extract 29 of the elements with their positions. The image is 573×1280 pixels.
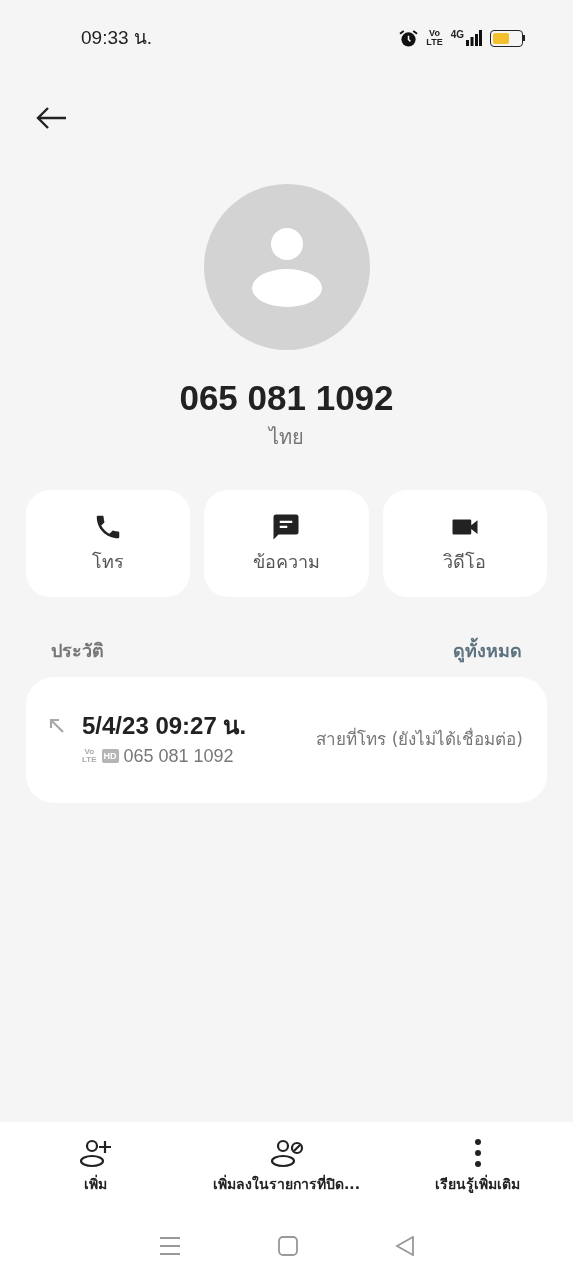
status-time: 09:33 น. (81, 25, 153, 50)
view-all-link[interactable]: ดูทั้งหมด (453, 636, 522, 664)
add-person-icon (77, 1138, 114, 1168)
call-status: สายที่โทร (ยังไม่ได้เชื่อมต่อ) (316, 727, 523, 752)
blocked-person-icon (268, 1138, 305, 1168)
add-contact-button[interactable]: เพิ่ม (0, 1138, 191, 1195)
network-type: 4G (450, 30, 464, 40)
block-button[interactable]: เพิ่มลงในรายการที่ปิด... (191, 1138, 382, 1195)
recents-nav-button[interactable] (158, 1236, 181, 1256)
home-nav-button[interactable] (277, 1236, 298, 1256)
call-number: 065 081 1092 (123, 744, 234, 768)
hd-badge: HD (101, 749, 119, 763)
alarm-icon (399, 28, 419, 48)
location-text: ไทย (269, 424, 304, 451)
message-action-button[interactable]: ข้อความ (204, 490, 369, 597)
message-icon (271, 512, 302, 542)
volte-indicator: Vo LTE (426, 29, 443, 47)
back-nav-button[interactable] (394, 1236, 415, 1256)
call-datetime: 5/4/23 09:27 น. (82, 710, 247, 741)
more-button[interactable]: เรียนรู้เพิ่มเติม (382, 1138, 573, 1195)
signal-icon (466, 30, 482, 46)
call-action-button[interactable]: โทร (26, 490, 191, 597)
video-action-button[interactable]: วิดีโอ (382, 490, 547, 597)
volte-label: Vo LTE (82, 748, 97, 764)
history-title: ประวัติ (51, 638, 104, 663)
outgoing-call-icon (48, 717, 66, 735)
battery-icon (490, 29, 525, 47)
phone-number: 065 081 1092 (179, 377, 394, 419)
more-icon (473, 1138, 482, 1168)
